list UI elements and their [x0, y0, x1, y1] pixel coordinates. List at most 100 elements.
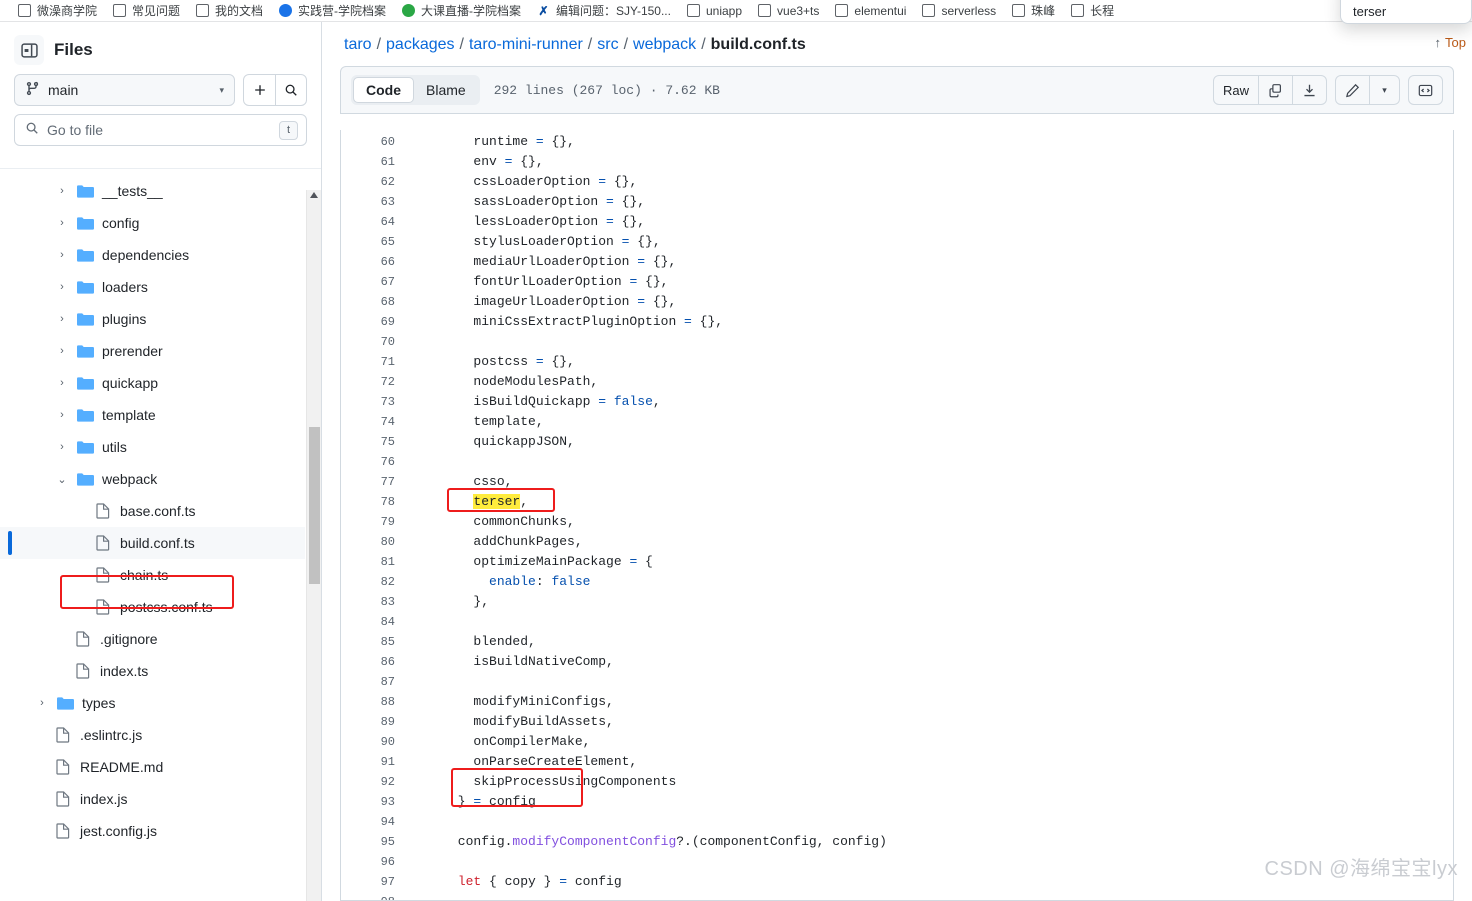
- line-number[interactable]: 88: [341, 692, 411, 712]
- chevron-down-icon[interactable]: ⌄: [54, 471, 70, 487]
- chevron-right-icon[interactable]: ›: [54, 407, 70, 423]
- line-number[interactable]: 83: [341, 592, 411, 612]
- tree-folder-row[interactable]: › loaders: [0, 271, 305, 303]
- tree-file-row[interactable]: build.conf.ts: [0, 527, 305, 559]
- chevron-right-icon[interactable]: ›: [54, 183, 70, 199]
- bookmark-item[interactable]: 大课直播-学院档案: [394, 0, 529, 21]
- tree-folder-row[interactable]: › config: [0, 207, 305, 239]
- add-file-button[interactable]: [244, 75, 275, 105]
- breadcrumb-link[interactable]: taro-mini-runner: [469, 36, 583, 54]
- chevron-right-icon[interactable]: ›: [54, 311, 70, 327]
- sidebar-scrollbar[interactable]: [306, 190, 321, 901]
- breadcrumb-link[interactable]: packages: [386, 36, 455, 54]
- line-number[interactable]: 68: [341, 292, 411, 312]
- line-number[interactable]: 67: [341, 272, 411, 292]
- line-number[interactable]: 94: [341, 812, 411, 832]
- line-number[interactable]: 71: [341, 352, 411, 372]
- bookmark-item[interactable]: vue3+ts: [750, 0, 827, 21]
- chevron-right-icon[interactable]: ›: [54, 215, 70, 231]
- line-number[interactable]: 91: [341, 752, 411, 772]
- tree-file-row[interactable]: postcss.conf.ts: [0, 591, 305, 623]
- tree-file-row[interactable]: README.md: [0, 751, 305, 783]
- sidebar-scrollbar-thumb[interactable]: [309, 427, 320, 584]
- back-to-top-link[interactable]: ↑ Top: [1435, 35, 1466, 50]
- bookmark-item[interactable]: 珠峰: [1004, 0, 1063, 21]
- chevron-right-icon[interactable]: ›: [54, 375, 70, 391]
- go-to-file-input[interactable]: Go to file t: [14, 114, 307, 146]
- bookmark-item[interactable]: ✗ 编辑问题：SJY-150...: [529, 0, 679, 21]
- line-number[interactable]: 85: [341, 632, 411, 652]
- line-number[interactable]: 89: [341, 712, 411, 732]
- breadcrumb-link[interactable]: webpack: [633, 36, 696, 54]
- tree-folder-row[interactable]: › quickapp: [0, 367, 305, 399]
- tree-folder-row[interactable]: › dependencies: [0, 239, 305, 271]
- line-number[interactable]: 74: [341, 412, 411, 432]
- chevron-right-icon[interactable]: ›: [34, 695, 50, 711]
- tree-folder-row[interactable]: › template: [0, 399, 305, 431]
- tree-folder-row[interactable]: › __tests__: [0, 175, 305, 207]
- tree-file-row[interactable]: base.conf.ts: [0, 495, 305, 527]
- scroll-up-arrow-icon[interactable]: [310, 192, 318, 198]
- tree-folder-row[interactable]: ⌄src: [0, 169, 305, 175]
- line-number[interactable]: 60: [341, 132, 411, 152]
- line-number[interactable]: 64: [341, 212, 411, 232]
- bookmark-item[interactable]: 实践营-学院档案: [271, 0, 394, 21]
- bookmark-item[interactable]: 微澡商学院: [10, 0, 105, 21]
- download-button[interactable]: [1292, 76, 1326, 104]
- edit-button[interactable]: [1336, 76, 1369, 104]
- line-number[interactable]: 80: [341, 532, 411, 552]
- edit-dropdown-button[interactable]: ▾: [1369, 76, 1399, 104]
- tab-blame[interactable]: Blame: [414, 77, 478, 103]
- bookmark-item[interactable]: elementui: [827, 0, 914, 21]
- chevron-right-icon[interactable]: ›: [54, 279, 70, 295]
- tree-file-row[interactable]: chain.ts: [0, 559, 305, 591]
- find-in-page-popup[interactable]: terser: [1340, 0, 1472, 24]
- chevron-right-icon[interactable]: ›: [54, 247, 70, 263]
- bookmark-item[interactable]: 我的文档: [188, 0, 271, 21]
- tab-code[interactable]: Code: [353, 77, 414, 103]
- line-number[interactable]: 61: [341, 152, 411, 172]
- tree-file-row[interactable]: index.js: [0, 783, 305, 815]
- branch-selector[interactable]: main ▾: [14, 74, 235, 106]
- tree-folder-row[interactable]: › types: [0, 687, 305, 719]
- line-number[interactable]: 65: [341, 232, 411, 252]
- tree-folder-row[interactable]: › utils: [0, 431, 305, 463]
- line-number[interactable]: 78: [341, 492, 411, 512]
- tree-file-row[interactable]: index.ts: [0, 655, 305, 687]
- line-number[interactable]: 70: [341, 332, 411, 352]
- line-number[interactable]: 76: [341, 452, 411, 472]
- tree-file-row[interactable]: .gitignore: [0, 623, 305, 655]
- chevron-right-icon[interactable]: ›: [54, 439, 70, 455]
- line-number[interactable]: 72: [341, 372, 411, 392]
- line-number[interactable]: 98: [341, 892, 411, 900]
- bookmark-item[interactable]: serverless: [914, 0, 1004, 21]
- line-number[interactable]: 95: [341, 832, 411, 852]
- tree-folder-row[interactable]: › prerender: [0, 335, 305, 367]
- line-number[interactable]: 62: [341, 172, 411, 192]
- line-number[interactable]: 96: [341, 852, 411, 872]
- line-number[interactable]: 81: [341, 552, 411, 572]
- line-number[interactable]: 66: [341, 252, 411, 272]
- line-number[interactable]: 77: [341, 472, 411, 492]
- tree-folder-row[interactable]: › plugins: [0, 303, 305, 335]
- bookmark-item[interactable]: uniapp: [679, 0, 750, 21]
- line-number[interactable]: 63: [341, 192, 411, 212]
- line-number[interactable]: 73: [341, 392, 411, 412]
- breadcrumb-link[interactable]: src: [597, 36, 618, 54]
- line-number[interactable]: 97: [341, 872, 411, 892]
- sidebar-search-button[interactable]: [275, 75, 306, 105]
- line-number[interactable]: 90: [341, 732, 411, 752]
- line-number[interactable]: 93: [341, 792, 411, 812]
- raw-button[interactable]: Raw: [1214, 76, 1258, 104]
- line-number[interactable]: 92: [341, 772, 411, 792]
- tree-file-row[interactable]: jest.config.js: [0, 815, 305, 847]
- bookmark-item[interactable]: 常见问题: [105, 0, 188, 21]
- line-number[interactable]: 69: [341, 312, 411, 332]
- line-number[interactable]: 84: [341, 612, 411, 632]
- bookmark-item[interactable]: 长程: [1063, 0, 1122, 21]
- copy-button[interactable]: [1258, 76, 1292, 104]
- line-number[interactable]: 79: [341, 512, 411, 532]
- line-number[interactable]: 87: [341, 672, 411, 692]
- sidebar-collapse-icon[interactable]: [14, 35, 44, 65]
- breadcrumb-link[interactable]: taro: [344, 36, 372, 54]
